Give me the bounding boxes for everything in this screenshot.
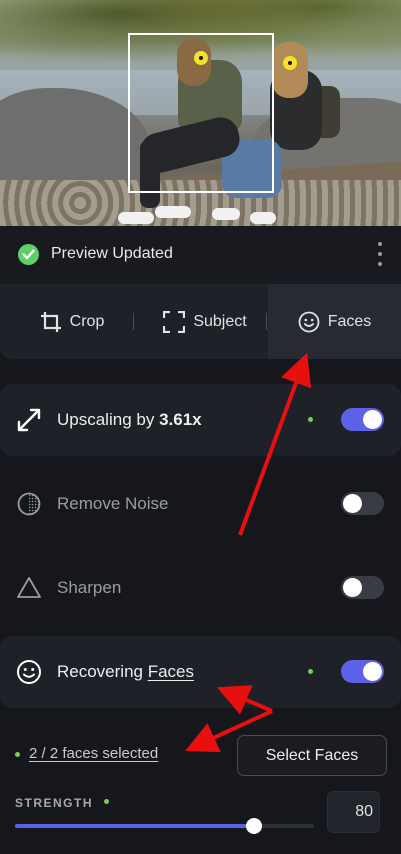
check-circle-icon <box>18 244 39 265</box>
face-marker-icon[interactable] <box>283 56 297 70</box>
shoe <box>118 212 154 224</box>
image-preview <box>0 0 401 226</box>
person-right-hair <box>272 42 308 98</box>
toggle-knob <box>363 410 382 429</box>
upscaling-toggle[interactable] <box>341 408 384 431</box>
active-indicator <box>104 799 109 804</box>
expand-arrows-icon <box>17 408 41 432</box>
smiley-face-icon <box>17 660 41 684</box>
shoe <box>212 208 240 220</box>
recovering-faces-toggle[interactable] <box>341 660 384 683</box>
tab-label: Crop <box>69 312 105 330</box>
crop-icon <box>40 311 61 332</box>
strength-input[interactable]: 80 <box>327 791 380 833</box>
shoe <box>155 206 191 218</box>
active-indicator <box>308 669 313 674</box>
sharpen-toggle[interactable] <box>341 576 384 599</box>
faces-selected-link[interactable]: 2 / 2 faces selected <box>29 745 158 762</box>
slider-fill <box>15 824 255 828</box>
upscaling-label: Upscaling by 3.61x <box>57 410 202 430</box>
smiley-face-icon <box>298 311 320 332</box>
tab-divider <box>266 313 267 330</box>
active-indicator <box>15 752 20 757</box>
subject-frame-icon <box>163 310 186 333</box>
face-marker-icon[interactable] <box>194 51 208 65</box>
more-options-icon[interactable] <box>376 242 384 268</box>
tab-subject[interactable]: Subject <box>150 284 260 359</box>
remove-noise-toggle[interactable] <box>341 492 384 515</box>
upscaling-prefix: Upscaling by <box>57 410 160 429</box>
tab-label: Subject <box>193 312 247 330</box>
tab-crop[interactable]: Crop <box>22 284 122 359</box>
recovering-prefix: Recovering <box>57 662 148 681</box>
triangle-icon <box>17 577 41 598</box>
tab-label: Faces <box>327 312 372 330</box>
recovering-label: Recovering Faces <box>57 662 194 682</box>
status-text: Preview Updated <box>51 245 173 262</box>
tab-divider <box>133 313 134 330</box>
strength-slider[interactable] <box>15 818 314 834</box>
active-indicator <box>308 417 313 422</box>
toggle-knob <box>363 662 382 681</box>
select-faces-button[interactable]: Select Faces <box>237 735 387 776</box>
faces-link[interactable]: Faces <box>148 662 194 681</box>
sharpen-label: Sharpen <box>57 578 122 597</box>
toggle-knob <box>343 494 362 513</box>
strength-label: STRENGTH <box>15 796 93 810</box>
shoe <box>250 212 276 224</box>
tab-faces[interactable]: Faces <box>268 284 401 359</box>
toggle-knob <box>343 578 362 597</box>
noise-icon <box>17 492 41 516</box>
selected-suffix: / 2 faces selected <box>37 745 159 762</box>
upscaling-value: 3.61x <box>159 410 202 429</box>
remove-noise-label: Remove Noise <box>57 494 169 513</box>
